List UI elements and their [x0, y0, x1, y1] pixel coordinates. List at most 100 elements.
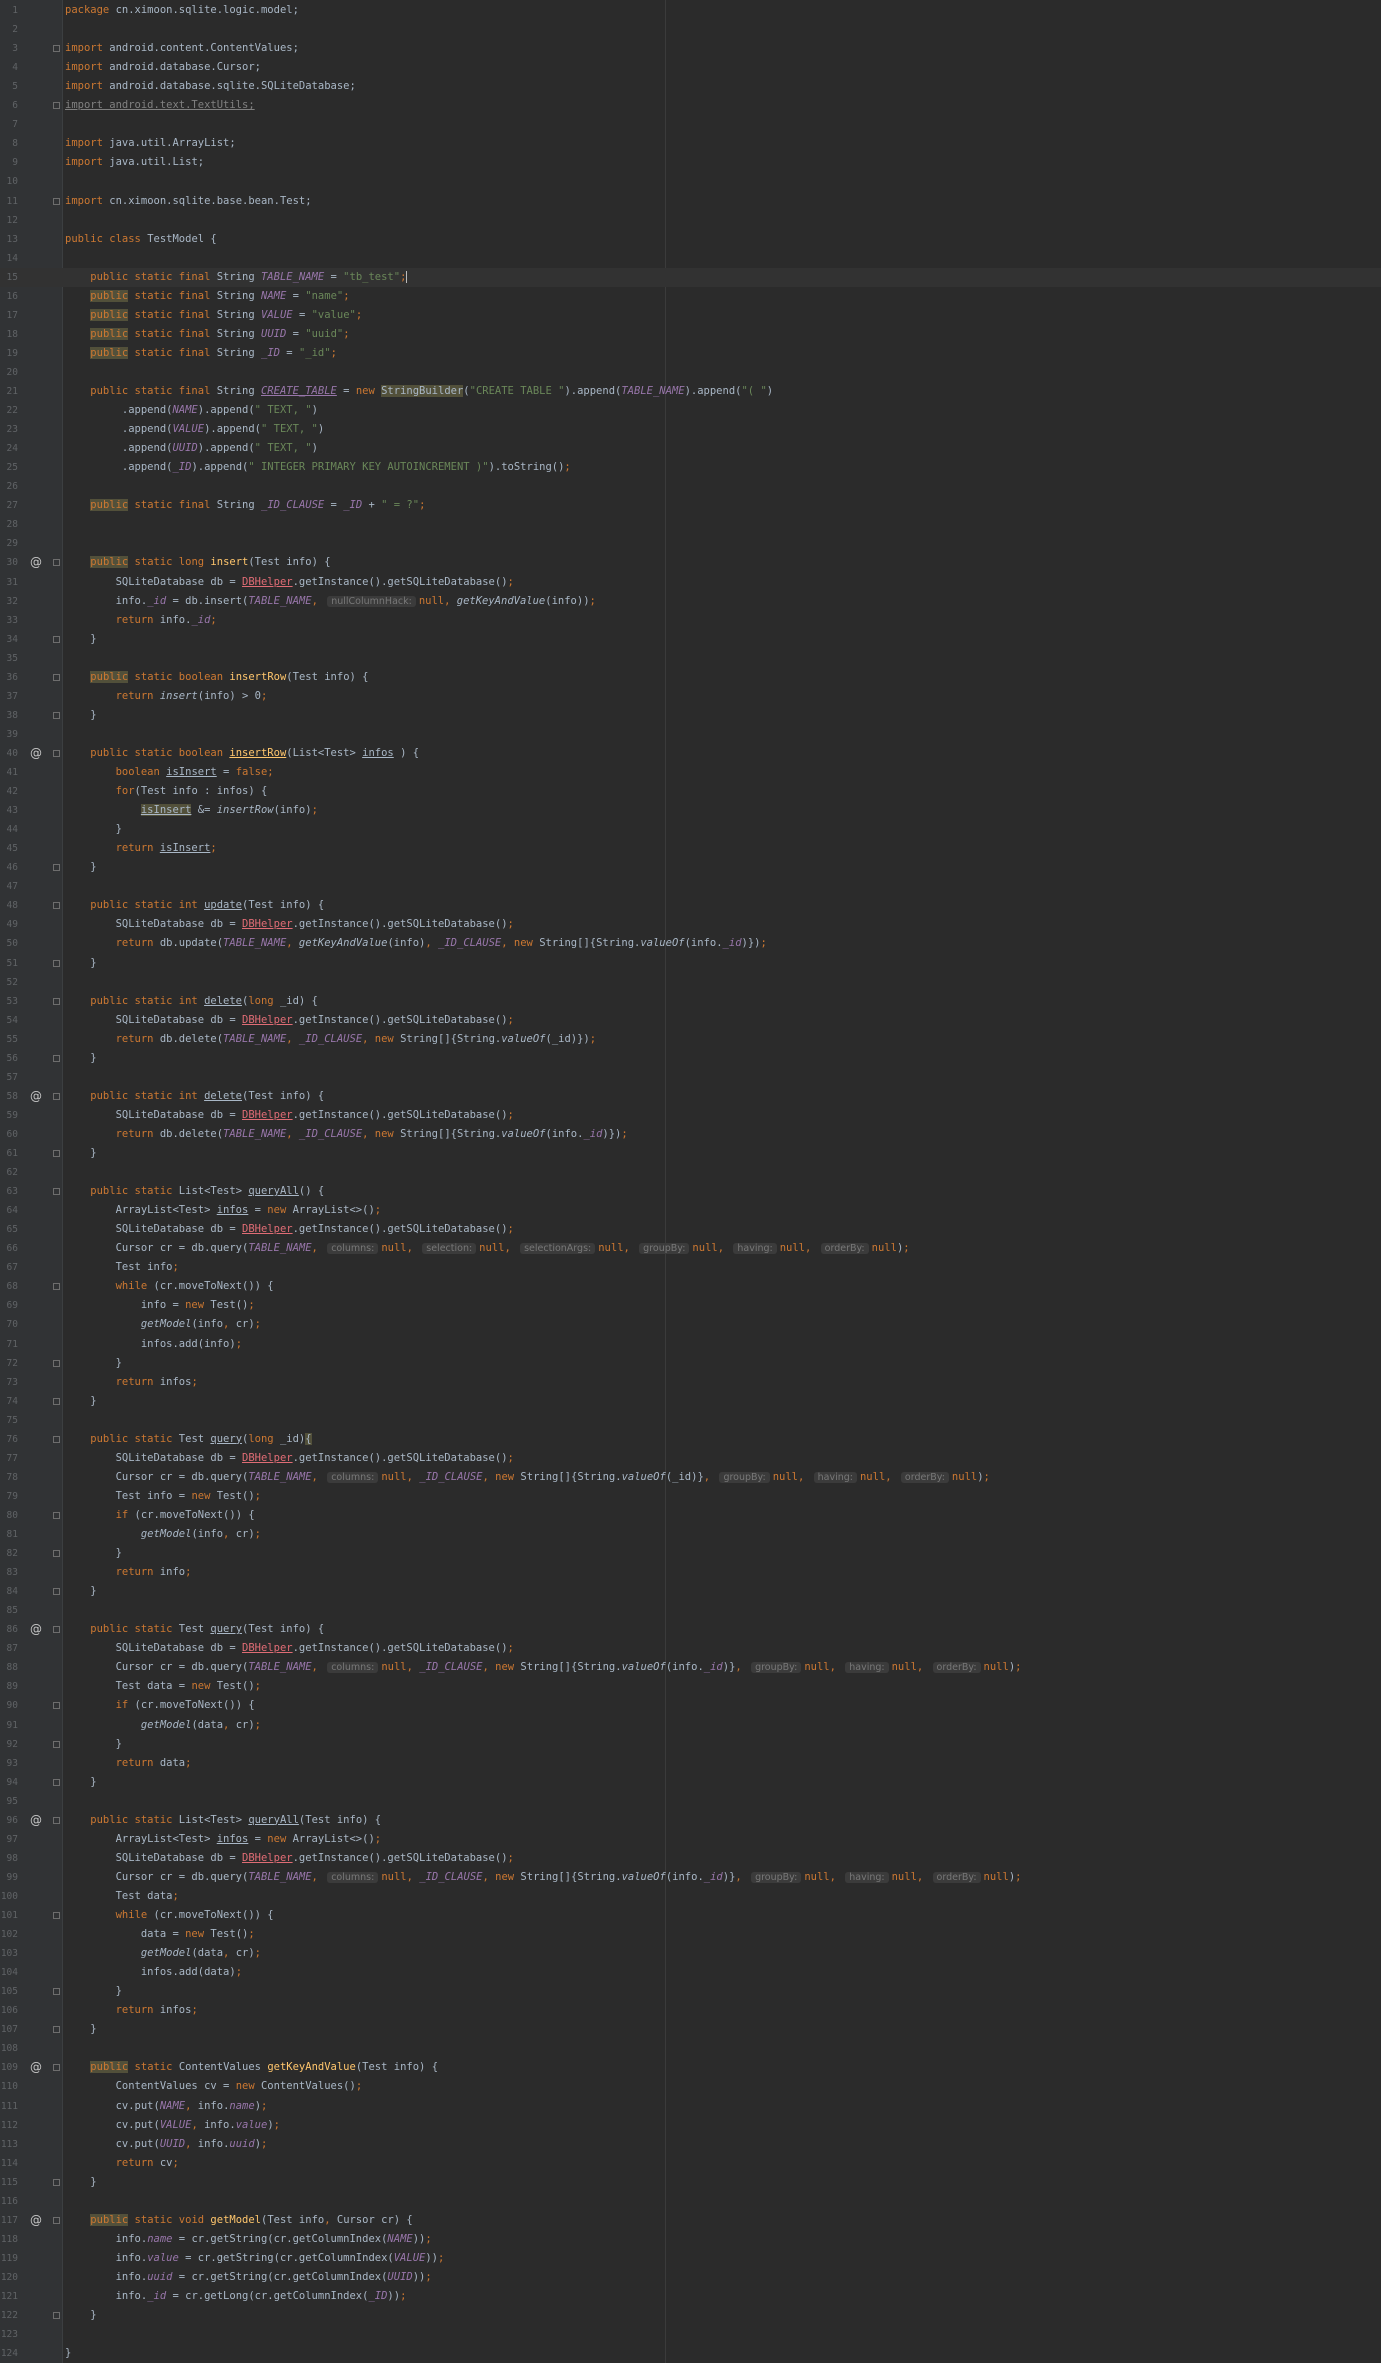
code-line[interactable]: 7: [0, 115, 1381, 134]
code-line[interactable]: 115 }: [0, 2173, 1381, 2192]
code-line[interactable]: 86 @ public static Test query(Test info) …: [0, 1620, 1381, 1639]
code-line[interactable]: 85: [0, 1601, 1381, 1620]
code-line[interactable]: 62: [0, 1163, 1381, 1182]
code-text[interactable]: while (cr.moveToNext()) {: [65, 1906, 274, 1925]
code-line[interactable]: 57: [0, 1068, 1381, 1087]
code-line[interactable]: 44 }: [0, 820, 1381, 839]
code-line[interactable]: 36 public static boolean insertRow(Test …: [0, 668, 1381, 687]
code-line[interactable]: 52: [0, 973, 1381, 992]
code-line[interactable]: 87 SQLiteDatabase db = DBHelper.getInsta…: [0, 1639, 1381, 1658]
code-text[interactable]: }: [65, 1049, 96, 1068]
code-line[interactable]: 23 .append(VALUE).append(" TEXT, "): [0, 420, 1381, 439]
code-line[interactable]: 89 Test data = new Test();: [0, 1677, 1381, 1696]
code-text[interactable]: import java.util.List;: [65, 153, 204, 172]
line-number[interactable]: 75: [0, 1411, 18, 1430]
code-line[interactable]: 92 }: [0, 1735, 1381, 1754]
line-number[interactable]: 28: [0, 515, 18, 534]
code-text[interactable]: return db.update(TABLE_NAME, getKeyAndVa…: [65, 934, 767, 953]
code-line[interactable]: 17 public static final String VALUE = "v…: [0, 306, 1381, 325]
code-line[interactable]: 61 }: [0, 1144, 1381, 1163]
code-line[interactable]: 73 return infos;: [0, 1373, 1381, 1392]
line-number[interactable]: 122: [0, 2306, 18, 2325]
code-text[interactable]: .append(NAME).append(" TEXT, "): [65, 401, 318, 420]
code-text[interactable]: cv.put(VALUE, info.value);: [65, 2116, 280, 2135]
line-number[interactable]: 57: [0, 1068, 18, 1087]
code-text[interactable]: info = new Test();: [65, 1296, 255, 1315]
code-text[interactable]: }: [65, 1392, 96, 1411]
code-line[interactable]: 9 import java.util.List;: [0, 153, 1381, 172]
code-line[interactable]: 72 }: [0, 1354, 1381, 1373]
line-number[interactable]: 104: [0, 1963, 18, 1982]
line-number[interactable]: 69: [0, 1296, 18, 1315]
code-line[interactable]: 83 return info;: [0, 1563, 1381, 1582]
line-number[interactable]: 14: [0, 249, 18, 268]
line-number[interactable]: 91: [0, 1716, 18, 1735]
code-text[interactable]: import android.content.ContentValues;: [65, 39, 299, 58]
line-number[interactable]: 107: [0, 2020, 18, 2039]
code-line[interactable]: 12: [0, 211, 1381, 230]
line-number[interactable]: 33: [0, 611, 18, 630]
fold-toggle-icon[interactable]: [53, 1054, 60, 1062]
code-text[interactable]: Cursor cr = db.query(TABLE_NAME, columns…: [65, 1468, 990, 1487]
fold-toggle-icon[interactable]: [53, 997, 60, 1005]
line-number[interactable]: 83: [0, 1563, 18, 1582]
fold-toggle-icon[interactable]: [53, 1588, 60, 1596]
code-text[interactable]: SQLiteDatabase db = DBHelper.getInstance…: [65, 1639, 514, 1658]
line-number[interactable]: 16: [0, 287, 18, 306]
code-text[interactable]: return isInsert;: [65, 839, 217, 858]
code-line[interactable]: 41 boolean isInsert = false;: [0, 763, 1381, 782]
fold-toggle-icon[interactable]: [53, 673, 60, 681]
line-number[interactable]: 35: [0, 649, 18, 668]
code-line[interactable]: 91 getModel(data, cr);: [0, 1716, 1381, 1735]
code-line[interactable]: 4 import android.database.Cursor;: [0, 58, 1381, 77]
code-line[interactable]: 66 Cursor cr = db.query(TABLE_NAME, colu…: [0, 1239, 1381, 1258]
code-text[interactable]: infos.add(info);: [65, 1335, 242, 1354]
line-number[interactable]: 64: [0, 1201, 18, 1220]
line-number[interactable]: 11: [0, 192, 18, 211]
code-text[interactable]: public static void getModel(Test info, C…: [65, 2211, 413, 2230]
code-text[interactable]: Test data = new Test();: [65, 1677, 261, 1696]
line-number[interactable]: 113: [0, 2135, 18, 2154]
line-number[interactable]: 32: [0, 592, 18, 611]
code-line[interactable]: 63 public static List<Test> queryAll() {: [0, 1182, 1381, 1201]
fold-toggle-icon[interactable]: [53, 1283, 60, 1291]
code-line[interactable]: 88 Cursor cr = db.query(TABLE_NAME, colu…: [0, 1658, 1381, 1677]
line-number[interactable]: 3: [0, 39, 18, 58]
line-number[interactable]: 119: [0, 2249, 18, 2268]
fold-toggle-icon[interactable]: [53, 1988, 60, 1996]
code-line[interactable]: 49 SQLiteDatabase db = DBHelper.getInsta…: [0, 915, 1381, 934]
code-line[interactable]: 116: [0, 2192, 1381, 2211]
code-line[interactable]: 94 }: [0, 1773, 1381, 1792]
line-number[interactable]: 34: [0, 630, 18, 649]
fold-toggle-icon[interactable]: [53, 1397, 60, 1405]
code-text[interactable]: info._id = db.insert(TABLE_NAME, nullCol…: [65, 592, 596, 611]
at-sign-icon[interactable]: @: [30, 1087, 42, 1106]
code-line[interactable]: 32 info._id = db.insert(TABLE_NAME, null…: [0, 592, 1381, 611]
line-number[interactable]: 20: [0, 363, 18, 382]
code-editor[interactable]: 1 package cn.ximoon.sqlite.logic.model; 2 3…: [0, 0, 1381, 2363]
code-text[interactable]: Test info;: [65, 1258, 179, 1277]
code-line[interactable]: 69 info = new Test();: [0, 1296, 1381, 1315]
line-number[interactable]: 27: [0, 496, 18, 515]
code-line[interactable]: 46 }: [0, 858, 1381, 877]
fold-toggle-icon[interactable]: [53, 749, 60, 757]
line-number[interactable]: 89: [0, 1677, 18, 1696]
line-number[interactable]: 110: [0, 2077, 18, 2096]
code-line[interactable]: 59 SQLiteDatabase db = DBHelper.getInsta…: [0, 1106, 1381, 1125]
line-number[interactable]: 99: [0, 1868, 18, 1887]
code-line[interactable]: 34 }: [0, 630, 1381, 649]
fold-toggle-icon[interactable]: [53, 2178, 60, 2186]
code-text[interactable]: }: [65, 2306, 96, 2325]
code-line[interactable]: 6 import android.text.TextUtils;: [0, 96, 1381, 115]
fold-toggle-icon[interactable]: [53, 864, 60, 872]
code-line[interactable]: 117 @ public static void getModel(Test in…: [0, 2211, 1381, 2230]
code-text[interactable]: public class TestModel {: [65, 230, 217, 249]
line-number[interactable]: 93: [0, 1754, 18, 1773]
code-line[interactable]: 38 }: [0, 706, 1381, 725]
code-text[interactable]: public static int delete(long _id) {: [65, 992, 318, 1011]
code-text[interactable]: }: [65, 1582, 96, 1601]
code-text[interactable]: }: [65, 820, 122, 839]
code-text[interactable]: info.value = cr.getString(cr.getColumnIn…: [65, 2249, 445, 2268]
code-text[interactable]: public static final String NAME = "name"…: [65, 287, 350, 306]
line-number[interactable]: 82: [0, 1544, 18, 1563]
